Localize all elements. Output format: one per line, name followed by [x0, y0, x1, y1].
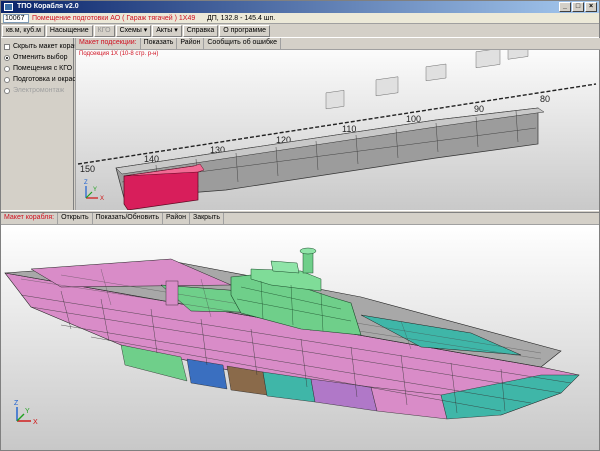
frame-label-150: 150 — [80, 164, 95, 174]
axis-gizmo-bottom: X Z Y — [14, 400, 38, 426]
room-name: Помещение подготовки АО ( Гараж тягачей … — [32, 15, 196, 22]
radio-label: Помещения с КГО — [13, 65, 73, 72]
subsection-viewport[interactable]: Макет подсекции: Показать Район Сообщить… — [75, 38, 600, 210]
upper-compartments — [325, 50, 529, 110]
axis-x-label: X — [100, 196, 104, 202]
axis-gizmo-top: X Z Y — [84, 180, 104, 202]
hide-ship-model-checkbox[interactable]: Скрыть макет корабля — [1, 41, 86, 52]
ship-toolbar: Макет корабля: Открыть Показать/Обновить… — [1, 213, 599, 225]
radio-dot[interactable] — [4, 76, 10, 83]
deck-section-pink — [30, 258, 232, 288]
subsection-model-label: Макет подсекции: — [76, 38, 141, 49]
room-id-field[interactable]: 10067 — [3, 14, 29, 23]
show-refresh-button[interactable]: Показать/Обновить — [93, 213, 163, 224]
axis-z-label: Z — [14, 400, 19, 407]
about-button[interactable]: О программе — [219, 24, 271, 37]
kgo-button[interactable]: КГО — [93, 24, 115, 37]
radio-electrical[interactable]: Электромонтаж — [1, 85, 73, 96]
window-title: ТПО Корабля v2.0 — [17, 3, 79, 10]
ship-3d-model: X Z Y — [4, 247, 580, 426]
radio-cancel-selection[interactable]: Отменить выбор — [1, 52, 73, 63]
window-controls: _ □ × — [559, 2, 597, 12]
app-window: ТПО Корабля v2.0 _ □ × 10067 Помещение п… — [0, 0, 600, 451]
report-error-button[interactable]: Сообщить об ошибке — [204, 38, 282, 49]
radio-preparation-painting[interactable]: Подготовка и окраска — [1, 74, 83, 85]
ship-viewport[interactable]: X Z Y — [1, 225, 599, 450]
schemes-menu[interactable]: Схемы ▾ — [115, 24, 152, 37]
app-icon — [4, 3, 13, 11]
radio-label: Отменить выбор — [13, 54, 68, 61]
checkbox-box[interactable] — [4, 43, 10, 50]
radar-dome — [299, 247, 317, 255]
mast — [302, 250, 314, 274]
maximize-button[interactable]: □ — [572, 2, 584, 12]
open-ship-button[interactable]: Открыть — [58, 213, 93, 224]
acts-menu[interactable]: Акты ▾ — [152, 24, 182, 37]
subsection-toolbar: Макет подсекции: Показать Район Сообщить… — [76, 38, 600, 50]
radio-label: Подготовка и окраска — [13, 76, 83, 83]
axis-y-label: Y — [93, 187, 97, 193]
radio-rooms-kgo[interactable]: Помещения с КГО — [1, 63, 73, 74]
area-subsection-button[interactable]: Район — [177, 38, 205, 49]
axis-z-label: Z — [84, 180, 88, 186]
top-pane: Скрыть макет корабля Отменить выбор Поме… — [1, 38, 600, 210]
radio-dot[interactable] — [4, 65, 10, 72]
frame-label-90: 90 — [474, 104, 484, 114]
title-bar: ТПО Корабля v2.0 _ □ × — [1, 1, 599, 13]
minimize-button[interactable]: _ — [559, 2, 571, 12]
subsection-3d-model: 150 140 130 120 110 100 90 80 X Z Y — [77, 50, 597, 210]
frame-label-80: 80 — [540, 94, 550, 104]
area-ship-button[interactable]: Район — [163, 213, 190, 224]
close-button[interactable]: × — [585, 2, 597, 12]
axis-x-label: X — [33, 419, 38, 426]
show-subsection-button[interactable]: Показать — [141, 38, 178, 49]
radio-label: Электромонтаж — [13, 87, 65, 94]
stern-block — [165, 280, 179, 306]
ship-model-label: Макет корабля: — [1, 213, 59, 224]
info-bar: 10067 Помещение подготовки АО ( Гараж тя… — [1, 13, 599, 24]
radio-dot[interactable] — [4, 54, 10, 61]
close-ship-button[interactable]: Закрыть — [190, 213, 224, 224]
room-frames: ДП, 132.8 - 145.4 шп. — [207, 15, 276, 22]
filter-panel: Скрыть макет корабля Отменить выбор Поме… — [1, 38, 86, 210]
help-button[interactable]: Справка — [182, 24, 219, 37]
island-bridge — [270, 260, 300, 274]
area-volume-button[interactable]: кв.м, куб.м — [2, 24, 45, 37]
saturation-button[interactable]: Насыщение — [45, 24, 93, 37]
main-toolbar: кв.м, куб.м Насыщение КГО Схемы ▾ Акты ▾… — [1, 24, 599, 38]
axis-y-label: Y — [25, 408, 30, 415]
radio-dot[interactable] — [4, 87, 10, 94]
